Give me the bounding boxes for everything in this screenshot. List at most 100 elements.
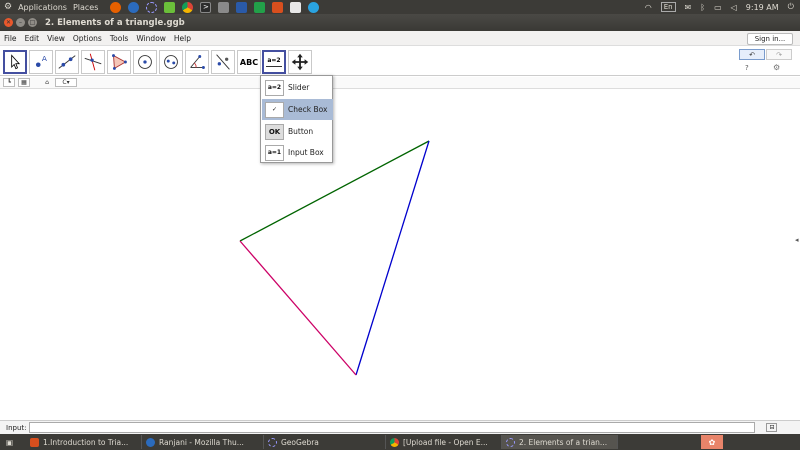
task-geogebra[interactable]: GeoGebra [264, 435, 386, 449]
menu-tools[interactable]: Tools [106, 34, 132, 43]
collapse-panel-handle[interactable]: ◂ [795, 236, 800, 244]
task-thunderbird[interactable]: Ranjani - Mozilla Thu... [142, 435, 264, 449]
volume-icon[interactable]: ◁ [731, 3, 737, 12]
robot-icon[interactable] [164, 1, 176, 13]
graphics-view[interactable] [0, 90, 796, 420]
menu-view[interactable]: View [43, 34, 69, 43]
angle-icon [190, 55, 205, 69]
input-label: Input: [6, 423, 27, 432]
polygon-tool-button[interactable] [107, 50, 131, 74]
angle-tool-button[interactable] [185, 50, 209, 74]
impress-icon[interactable] [272, 1, 284, 13]
ellipse-icon [164, 55, 178, 69]
dropdown-item-check-box[interactable]: ✓ Check Box [262, 99, 333, 120]
toggle-axes-button[interactable]: ┗ [3, 78, 15, 87]
point-tool-button[interactable]: A [29, 50, 53, 74]
geogebra-task-icon [268, 437, 277, 447]
toolbar: A ABC a=2 [0, 46, 800, 76]
mail-icon[interactable]: ✉ [685, 3, 692, 12]
undo-button[interactable]: ↶ [739, 49, 765, 60]
move-arrow-icon [11, 54, 21, 70]
geogebra-task-icon [506, 437, 515, 447]
circle-icon [138, 55, 152, 69]
line-tool-button[interactable] [55, 50, 79, 74]
screen: ⚙ Applications Places > ◠ En ✉ ᛒ ▭ ◁ 9:1… [0, 0, 800, 450]
power-icon[interactable]: ⏻ [788, 2, 794, 12]
triangle-side-right[interactable] [355, 140, 430, 376]
reflect-tool-button[interactable] [211, 50, 235, 74]
move-graphics-view-tool-button[interactable] [288, 50, 312, 74]
chrome-icon[interactable] [182, 1, 194, 13]
undo-icon: ↶ [749, 50, 755, 59]
slider-tool-button[interactable]: a=2 [262, 50, 286, 74]
window-titlebar: ✕ – □ 2. Elements of a triangle.ggb [0, 14, 800, 31]
point-icon: A [35, 54, 47, 68]
taskbar: ▣ 1.Introduction to Tria... Ranjani - Mo… [0, 434, 800, 450]
settings-gear-icon[interactable]: ⚙ [773, 63, 780, 72]
slider-icon: a=2 [265, 79, 284, 96]
applications-menu[interactable]: Applications [18, 3, 67, 12]
task-chrome-upload[interactable]: [Upload file - Open E... [386, 435, 502, 449]
redo-icon: ↷ [776, 50, 782, 59]
circle-tool-button[interactable] [133, 50, 157, 74]
virtual-keyboard-icon[interactable]: ⊟ [766, 423, 778, 432]
wifi-icon[interactable]: ◠ [645, 3, 652, 12]
trash-icon[interactable]: ✿ [701, 435, 723, 449]
keyboard-layout-indicator[interactable]: En [660, 2, 676, 12]
writer-icon[interactable] [236, 1, 248, 13]
triangle-drawing [239, 140, 430, 376]
label-style-dropdown[interactable]: C ▾ [55, 78, 77, 87]
menu-options[interactable]: Options [69, 34, 106, 43]
dropdown-item-slider[interactable]: a=2 Slider [262, 77, 333, 98]
reflect-icon [216, 54, 230, 70]
thunderbird-icon[interactable] [128, 1, 140, 13]
bluetooth-icon[interactable]: ᛒ [700, 3, 705, 12]
show-desktop-icon[interactable]: ▣ [6, 438, 18, 447]
redo-button[interactable]: ↷ [766, 49, 792, 60]
move-tool-button[interactable] [3, 50, 27, 74]
dropdown-item-input-box[interactable]: a=1 Input Box [262, 142, 333, 163]
perpendicular-line-tool-button[interactable] [81, 50, 105, 74]
minimize-window-button[interactable]: – [16, 18, 25, 27]
text-tool-button[interactable]: ABC [237, 50, 261, 74]
ellipse-tool-button[interactable] [159, 50, 183, 74]
close-window-button[interactable]: ✕ [4, 18, 13, 27]
svg-text:A: A [42, 54, 47, 63]
places-menu[interactable]: Places [73, 3, 98, 12]
dropdown-item-label: Slider [288, 83, 310, 92]
chrome-task-icon [390, 437, 399, 447]
image-viewer-icon[interactable] [218, 1, 230, 13]
sign-in-button[interactable]: Sign in... [747, 33, 793, 45]
system-tray: ◠ En ✉ ᛒ ▭ ◁ 9:19 AM ⏻ [645, 2, 800, 12]
slider-tool-label: a=2 [267, 57, 281, 64]
style-bar: ┗ ▦ ⌂ C ▾ [0, 77, 800, 89]
ubuntu-logo-icon[interactable]: ⚙ [4, 2, 12, 12]
maximize-window-button[interactable]: □ [28, 18, 37, 27]
window-title: 2. Elements of a triangle.ggb [45, 17, 185, 28]
menu-window[interactable]: Window [132, 34, 170, 43]
ok-button-icon: OK [265, 123, 284, 140]
firefox-icon[interactable] [110, 1, 122, 13]
move-view-icon [291, 53, 309, 71]
menu-file[interactable]: File [0, 34, 21, 43]
menu-edit[interactable]: Edit [21, 34, 44, 43]
geogebra-icon[interactable] [146, 1, 158, 13]
battery-icon[interactable]: ▭ [714, 3, 722, 12]
input-field[interactable] [29, 422, 756, 433]
clock[interactable]: 9:19 AM [746, 3, 779, 12]
terminal-icon[interactable]: > [200, 1, 212, 13]
thunderbird-task-icon [146, 437, 155, 447]
calc-icon[interactable] [254, 1, 266, 13]
home-view-button[interactable]: ⌂ [42, 78, 52, 87]
menu-help[interactable]: Help [170, 34, 195, 43]
dropdown-item-button[interactable]: OK Button [262, 121, 333, 142]
toggle-grid-button[interactable]: ▦ [18, 78, 30, 87]
perpendicular-icon [84, 53, 102, 71]
telegram-icon[interactable] [308, 1, 320, 13]
task-libreoffice[interactable]: 1.Introduction to Tria... [26, 435, 142, 449]
text-editor-icon[interactable] [290, 1, 302, 13]
help-icon[interactable]: ? [745, 64, 749, 72]
task-elements-of-triangle[interactable]: 2. Elements of a trian... [502, 435, 618, 449]
triangle-side-left[interactable] [239, 240, 357, 376]
input-bar: Input: ⊟ [0, 420, 800, 434]
